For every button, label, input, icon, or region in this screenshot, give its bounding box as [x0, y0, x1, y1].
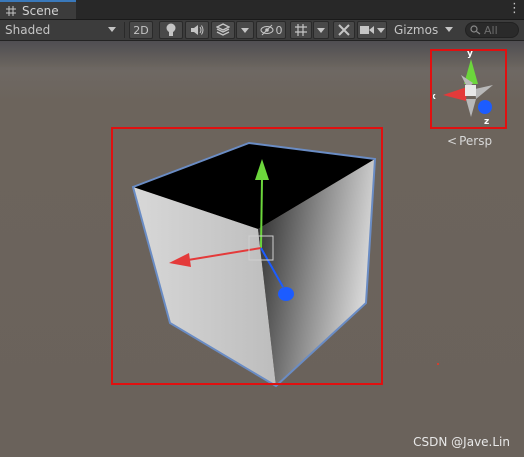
chevron-down-icon — [241, 27, 249, 33]
projection-toggle[interactable]: < Persp — [447, 134, 492, 148]
2d-label: 2D — [133, 23, 149, 37]
tab-bar: Scene ⋮ — [0, 0, 524, 20]
chevron-down-icon — [376, 27, 385, 33]
tab-label: Scene — [22, 3, 59, 18]
grid-snap-icon — [295, 24, 307, 36]
effects-toggle-button[interactable] — [211, 21, 235, 39]
shading-mode-label: Shaded — [5, 23, 51, 37]
perspective-icon: < — [447, 134, 458, 148]
camera-icon — [359, 26, 374, 34]
hidden-objects-toggle[interactable]: 0 — [256, 21, 286, 39]
grid-dropdown[interactable] — [313, 21, 329, 39]
lighting-toggle-button[interactable] — [159, 21, 183, 39]
chevron-down-icon — [317, 27, 325, 33]
highlight-box-cube — [111, 127, 383, 385]
search-placeholder: All — [484, 23, 498, 37]
chevron-down-icon — [108, 27, 116, 32]
tab-scene[interactable]: Scene — [0, 0, 76, 19]
effects-dropdown[interactable] — [236, 21, 254, 39]
scene-toolbar: Shaded 2D 0 Gizmos All — [0, 20, 524, 41]
gizmos-dropdown[interactable]: Gizmos — [389, 21, 457, 39]
watermark-text: CSDN @Jave.Lin — [413, 435, 510, 449]
projection-label: Persp — [459, 134, 493, 148]
2d-toggle-button[interactable]: 2D — [129, 21, 153, 39]
camera-settings-dropdown[interactable] — [357, 21, 387, 39]
speaker-icon — [191, 25, 204, 35]
shading-mode-dropdown[interactable]: Shaded — [0, 20, 122, 40]
grid-toggle-button[interactable] — [290, 21, 312, 39]
tools-icon — [338, 24, 350, 36]
audio-toggle-button[interactable] — [185, 21, 209, 39]
search-icon — [470, 25, 481, 35]
gizmos-label: Gizmos — [394, 23, 439, 37]
toolbar-divider — [124, 22, 125, 38]
effects-icon — [216, 23, 230, 36]
highlight-box-gizmo — [430, 49, 507, 129]
grid-icon — [6, 5, 16, 16]
scene-viewport[interactable]: y x z < Persp CSDN @Jave.Lin — [0, 41, 524, 457]
tools-toggle-button[interactable] — [333, 21, 355, 39]
stray-pixel — [437, 363, 439, 365]
eye-slash-icon — [260, 24, 273, 36]
hidden-count: 0 — [275, 23, 283, 37]
lightbulb-icon — [166, 23, 176, 36]
more-options-icon[interactable]: ⋮ — [508, 1, 521, 17]
chevron-down-icon — [445, 27, 453, 32]
search-field[interactable]: All — [465, 22, 519, 38]
